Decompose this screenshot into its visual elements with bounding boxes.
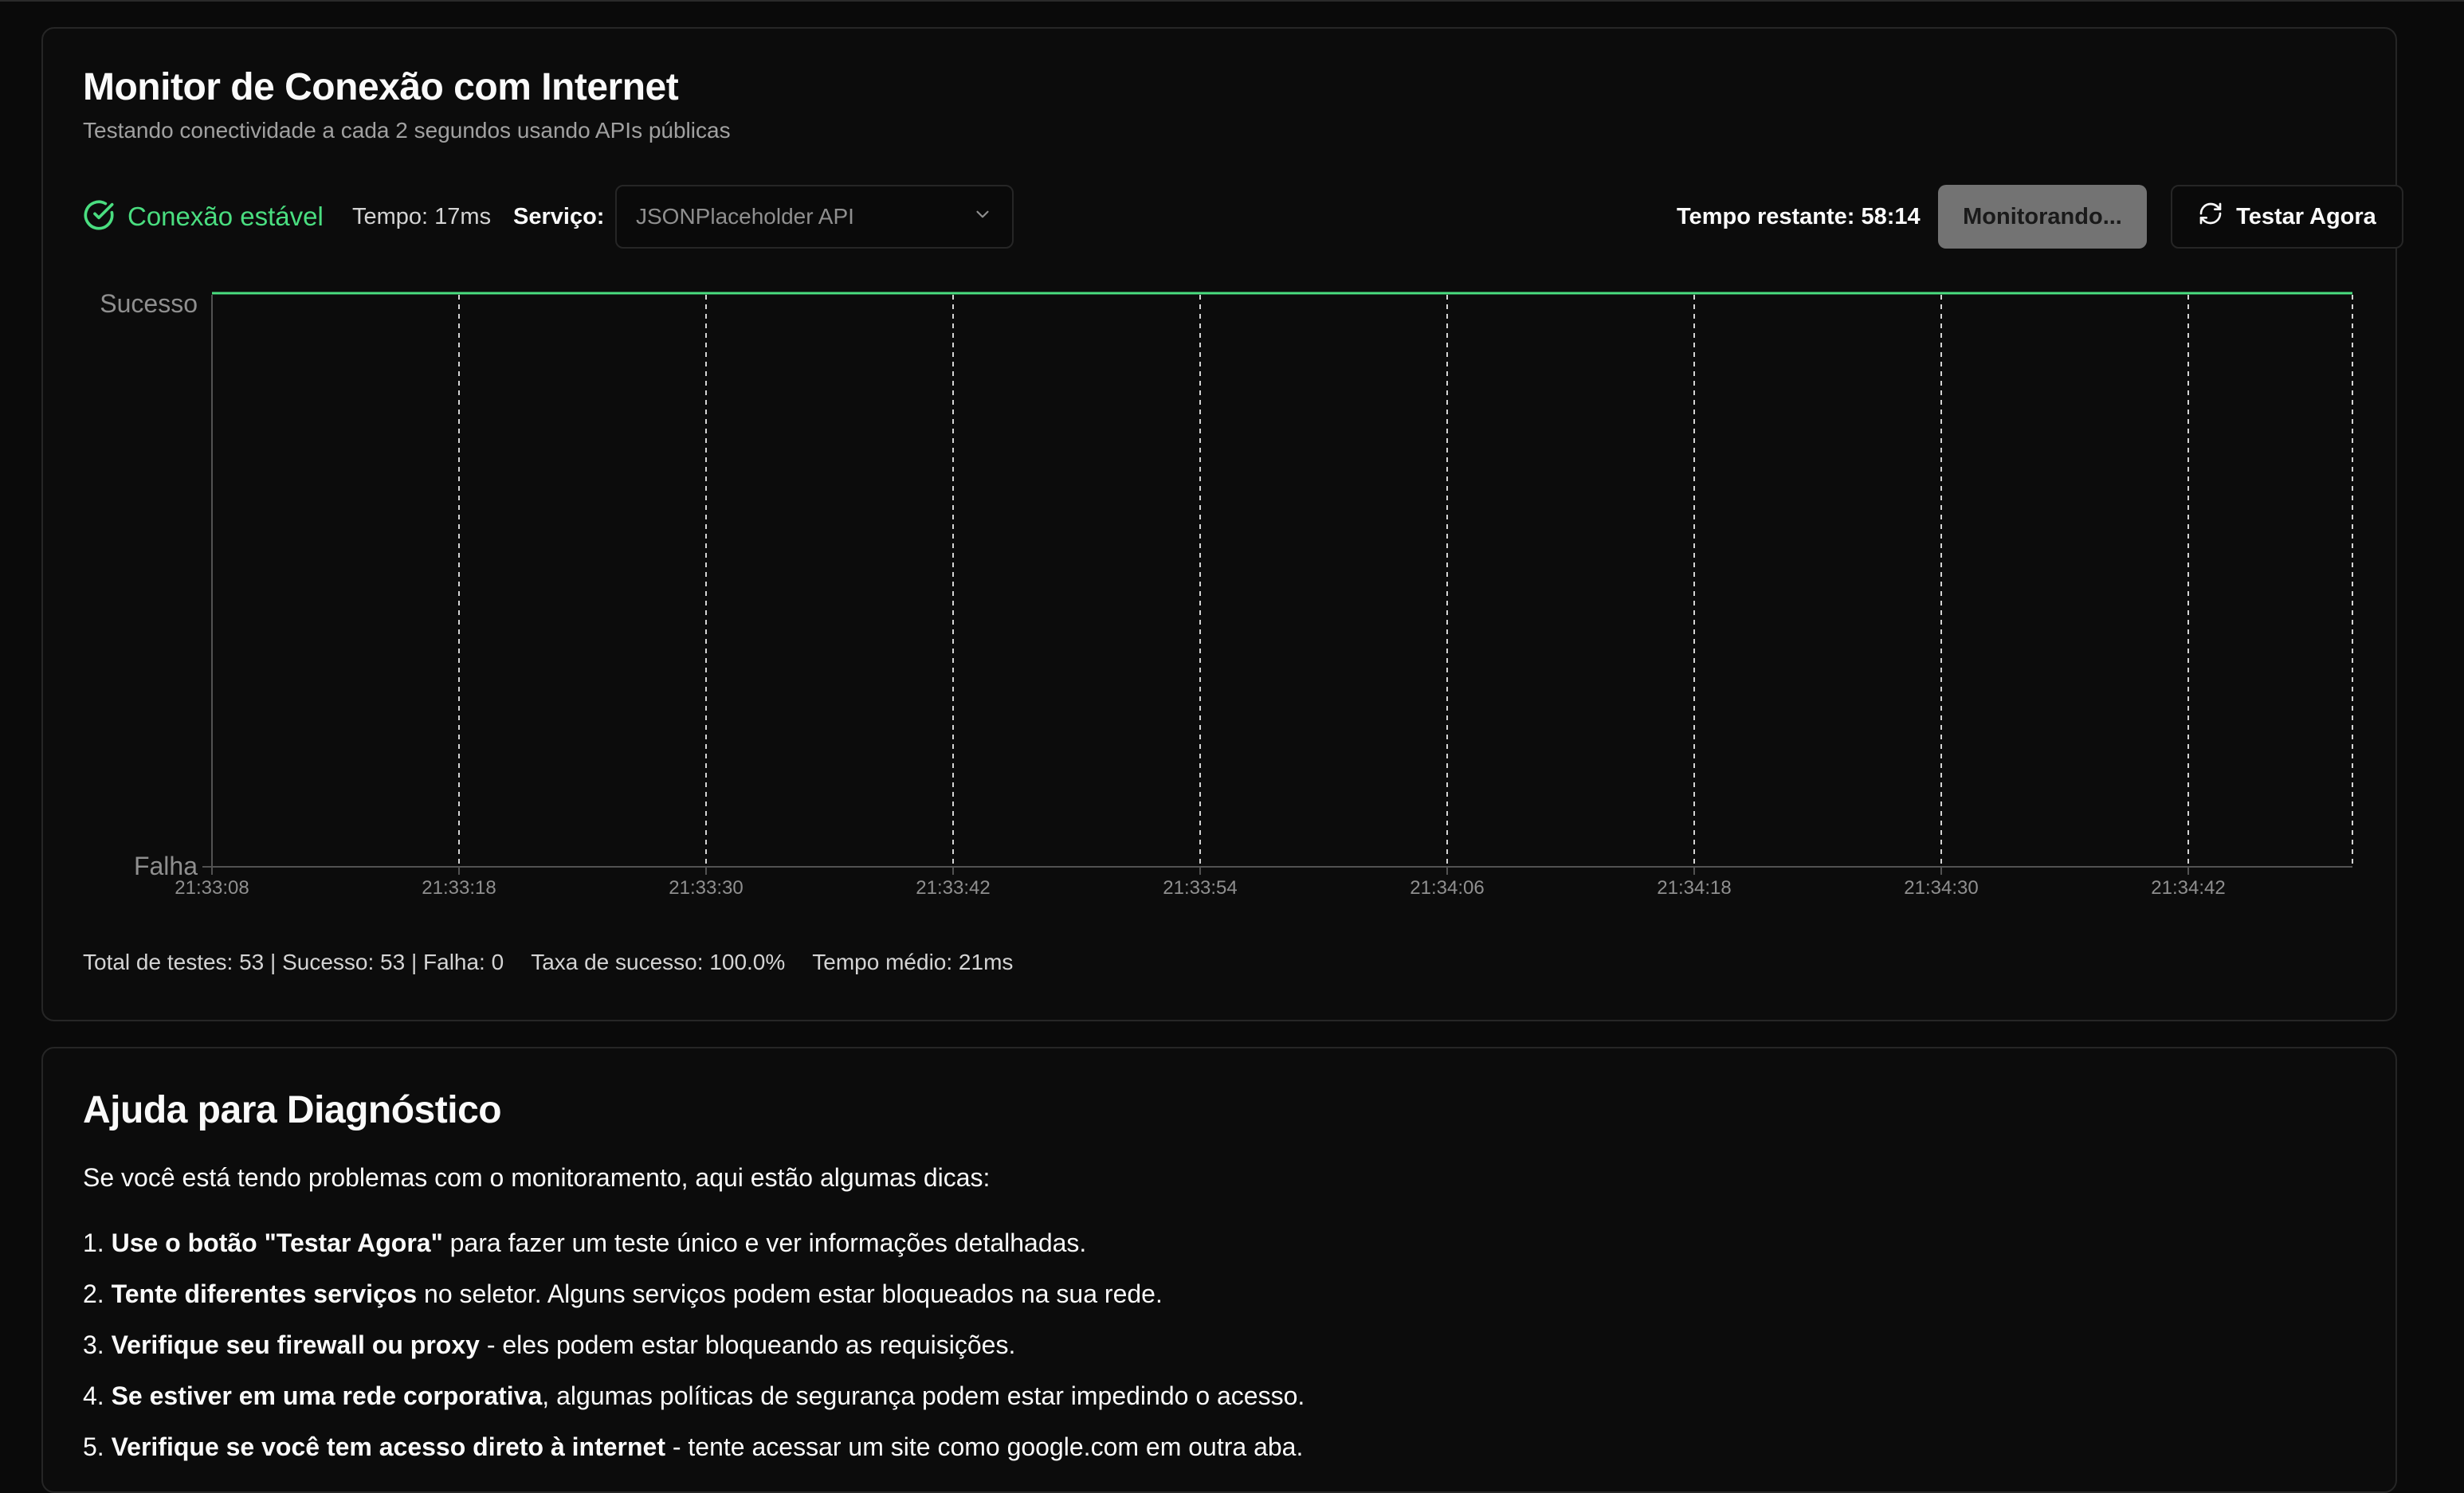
help-tip-item: 4. Se estiver em uma rede corporativa, a… [83, 1380, 1305, 1431]
stats-totals: Total de testes: 53 | Sucesso: 53 | Falh… [83, 950, 504, 974]
chart-x-tick-label: 21:33:42 [916, 877, 990, 899]
chart-x-tick-label: 21:33:08 [175, 877, 249, 899]
help-intro: Se você está tendo problemas com o monit… [83, 1163, 991, 1192]
help-card: Ajuda para Diagnóstico Se você está tend… [41, 1047, 2397, 1493]
help-tip-bold: Use o botão "Testar Agora" [111, 1228, 443, 1257]
refresh-icon [2198, 201, 2223, 233]
chart-y-tick-label: Falha [134, 852, 198, 880]
help-tip-number: 3. [83, 1330, 112, 1359]
help-tips-list: 1. Use o botão "Testar Agora" para fazer… [83, 1227, 1305, 1482]
test-now-button[interactable]: Testar Agora [2171, 185, 2403, 249]
help-tip-item: 5. Verifique se você tem acesso direto à… [83, 1431, 1305, 1482]
service-label: Serviço: [513, 204, 605, 229]
chart-x-tick-label: 21:33:54 [1163, 877, 1237, 899]
chevron-down-icon [972, 204, 993, 230]
help-tip-item: 3. Verifique seu firewall ou proxy - ele… [83, 1329, 1305, 1380]
window-top-border [0, 0, 2464, 2]
chart-x-tick-label: 21:34:42 [2151, 877, 2225, 899]
connection-status: Conexão estável [83, 199, 324, 234]
help-tip-item: 2. Tente diferentes serviços no seletor.… [83, 1278, 1305, 1329]
monitor-card: Monitor de Conexão com Internet Testando… [41, 27, 2403, 1021]
connection-chart: Falha Sucesso 21:33:08 21:33:18 21:33:30 21:3… [100, 289, 2353, 899]
help-tip-text: no seletor. Alguns serviços podem estar … [417, 1279, 1163, 1308]
monitoring-button-label: Monitorando... [1963, 203, 2122, 229]
help-tip-bold: Se estiver em uma rede corporativa [111, 1381, 543, 1410]
help-tip-number: 2. [83, 1279, 112, 1308]
service-select[interactable]: JSONPlaceholder API [615, 185, 1014, 249]
help-title: Ajuda para Diagnóstico [83, 1089, 502, 1131]
service-select-value: JSONPlaceholder API [636, 204, 854, 229]
chart-x-tick-label: 21:34:18 [1657, 877, 1731, 899]
help-tip-bold: Verifique seu firewall ou proxy [111, 1330, 480, 1359]
status-text: Conexão estável [128, 202, 324, 231]
help-tip-number: 1. [83, 1228, 112, 1257]
chart-x-tick-label: 21:33:30 [669, 877, 743, 899]
ping-time: Tempo: 17ms [352, 204, 492, 229]
help-tip-number: 5. [83, 1432, 112, 1461]
help-tip-bold: Tente diferentes serviços [111, 1279, 418, 1308]
stats-line: Total de testes: 53 | Sucesso: 53 | Falh… [83, 950, 1013, 975]
help-tip-bold: Verifique se você tem acesso direto à in… [111, 1432, 665, 1461]
chart-x-tick-label: 21:33:18 [422, 877, 496, 899]
monitoring-button[interactable]: Monitorando... [1938, 185, 2147, 249]
page-subtitle: Testando conectividade a cada 2 segundos… [83, 118, 731, 143]
chart-x-tick-label: 21:34:06 [1410, 877, 1484, 899]
stats-avg: Tempo médio: 21ms [812, 950, 1014, 974]
help-tip-number: 4. [83, 1381, 112, 1410]
chart-y-tick-label: Sucesso [100, 289, 198, 318]
test-now-label: Testar Agora [2236, 203, 2376, 229]
page-title: Monitor de Conexão com Internet [83, 66, 679, 108]
check-circle-icon [83, 199, 115, 235]
help-tip-text: , algumas políticas de segurança podem e… [542, 1381, 1305, 1410]
help-tip-text: - tente acessar um site como google.com … [665, 1432, 1304, 1461]
help-tip-text: - eles podem estar bloqueando as requisi… [479, 1330, 1016, 1359]
stats-rate: Taxa de sucesso: 100.0% [531, 950, 786, 974]
help-tip-text: para fazer um teste único e ver informaç… [442, 1228, 1087, 1257]
help-tip-item: 1. Use o botão "Testar Agora" para fazer… [83, 1227, 1305, 1278]
remaining-time: Tempo restante: 58:14 [1677, 204, 1921, 229]
chart-x-tick-label: 21:34:30 [1904, 877, 1978, 899]
